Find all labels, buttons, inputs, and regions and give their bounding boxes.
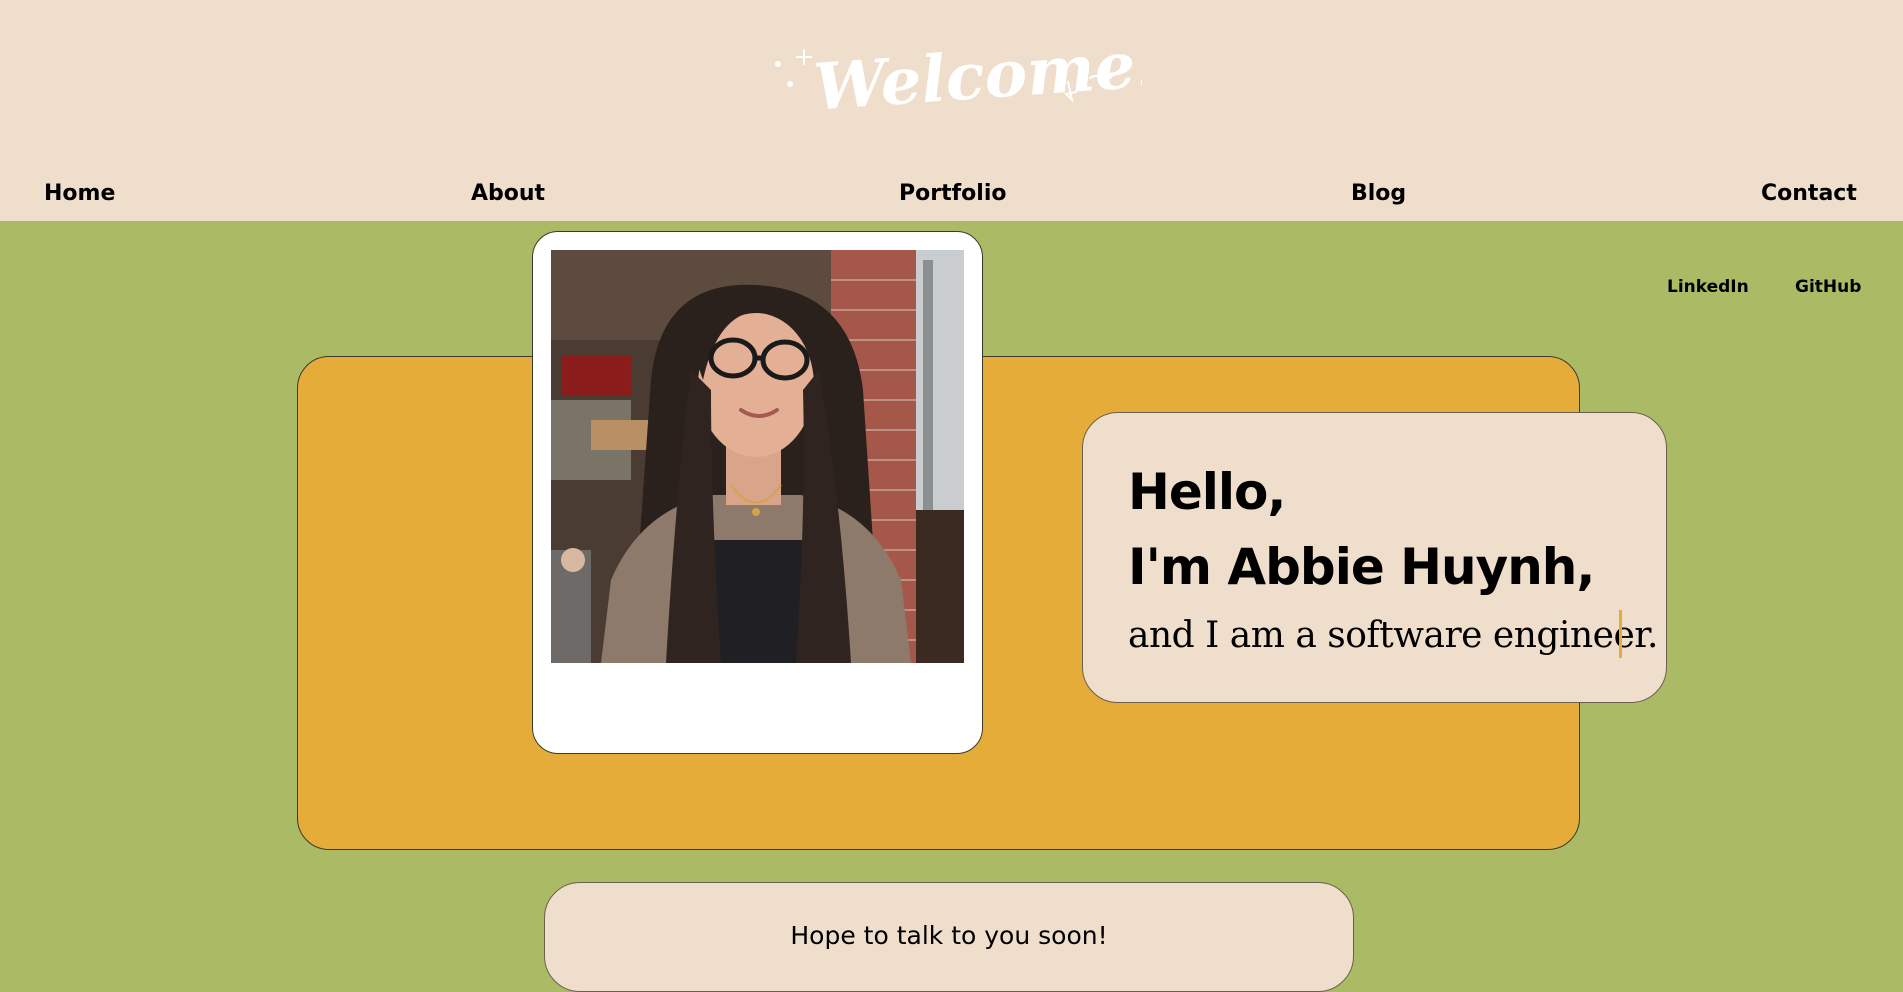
intro-name: I'm Abbie Huynh,: [1128, 538, 1595, 596]
nav-home[interactable]: Home: [44, 181, 115, 206]
linkedin-link[interactable]: LinkedIn: [1667, 277, 1749, 297]
intro-role: and I am a software engineer.: [1128, 615, 1658, 656]
nav-contact[interactable]: Contact: [1761, 181, 1857, 206]
message-card: Hope to talk to you soon!: [544, 882, 1354, 992]
github-link[interactable]: GitHub: [1795, 277, 1861, 297]
profile-photo-frame: [532, 231, 983, 754]
intro-card: Hello, I'm Abbie Huynh, and I am a softw…: [1082, 412, 1667, 703]
typing-cursor: [1619, 610, 1622, 658]
intro-greeting: Hello,: [1128, 463, 1286, 521]
nav-blog[interactable]: Blog: [1351, 181, 1406, 206]
nav-about[interactable]: About: [471, 181, 545, 206]
site-header: Welcome! Home About Portfolio Blog Conta…: [0, 0, 1903, 221]
nav-portfolio[interactable]: Portfolio: [899, 181, 1007, 206]
welcome-logo: Welcome!: [775, 26, 1142, 122]
profile-photo: [551, 250, 964, 663]
message-text: Hope to talk to you soon!: [790, 921, 1108, 950]
logo-text: Welcome!: [811, 26, 1142, 122]
